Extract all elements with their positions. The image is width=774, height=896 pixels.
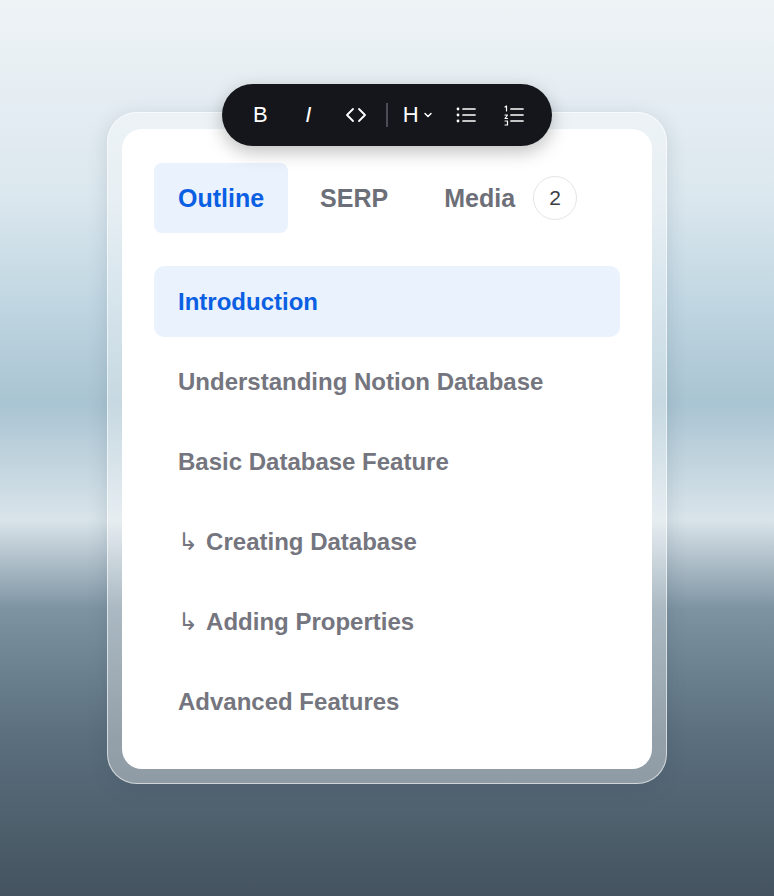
outline-item[interactable]: Advanced Features bbox=[154, 666, 620, 737]
chevron-down-icon bbox=[423, 110, 433, 120]
outline-panel: Outline SERP Media 2 Introduction Unders… bbox=[122, 129, 652, 769]
toolbar-separator bbox=[386, 103, 388, 127]
outline-item[interactable]: Basic Database Feature bbox=[154, 426, 620, 497]
outline-item[interactable]: Introduction bbox=[154, 266, 620, 337]
heading-button[interactable]: H bbox=[400, 97, 436, 133]
tab[interactable]: SERP bbox=[296, 163, 412, 233]
nested-marker: ↳ bbox=[178, 528, 198, 556]
panel-frame: Outline SERP Media 2 Introduction Unders… bbox=[107, 112, 667, 784]
outline-item[interactable]: ↳ Creating Database bbox=[154, 506, 620, 577]
code-icon bbox=[344, 103, 368, 127]
outline-item[interactable]: Understanding Notion Database bbox=[154, 346, 620, 417]
bullet-list-icon bbox=[455, 104, 477, 126]
numbered-list-icon bbox=[503, 104, 525, 126]
bullet-list-button[interactable] bbox=[448, 97, 484, 133]
bold-button[interactable]: B bbox=[242, 97, 278, 133]
outline-item[interactable]: ↳ Adding Properties bbox=[154, 586, 620, 657]
code-button[interactable] bbox=[338, 97, 374, 133]
nested-marker: ↳ bbox=[178, 608, 198, 636]
italic-button[interactable]: I bbox=[290, 97, 326, 133]
tab-bar: Outline SERP Media 2 bbox=[154, 163, 620, 233]
tab[interactable]: Media 2 bbox=[420, 163, 601, 233]
tab[interactable]: Outline bbox=[154, 163, 288, 233]
background-photo: BI H Outline SERP Media 2 Introduction Un… bbox=[0, 0, 774, 896]
numbered-list-button[interactable] bbox=[496, 97, 532, 133]
count-badge: 2 bbox=[533, 176, 577, 220]
format-toolbar: BI H bbox=[222, 84, 552, 146]
outline-list: Introduction Understanding Notion Databa… bbox=[154, 266, 620, 737]
